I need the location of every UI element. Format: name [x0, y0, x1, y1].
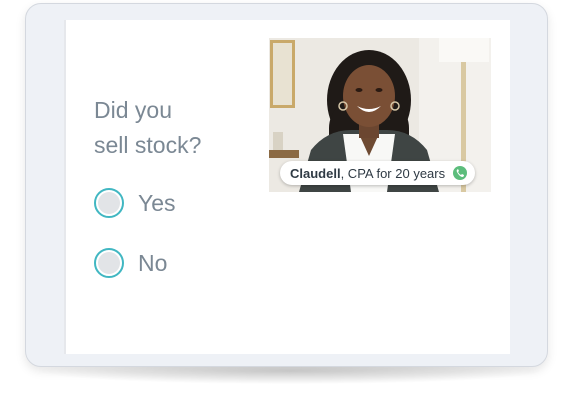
radio-no[interactable] — [94, 248, 124, 278]
radio-yes-inner — [98, 192, 120, 214]
phone-icon — [453, 166, 468, 180]
screen: Did you sell stock? Yes No Claudell , CP… — [64, 20, 510, 354]
option-yes[interactable]: Yes — [94, 185, 176, 221]
expert-name: Claudell — [290, 165, 341, 181]
option-yes-label: Yes — [138, 189, 176, 216]
stage: Did you sell stock? Yes No Claudell , CP… — [0, 0, 574, 408]
option-no-label: No — [138, 249, 168, 276]
expert-caption: Claudell, CPA for 20 years — [280, 161, 476, 185]
question-line-1: Did you — [94, 97, 172, 123]
question-line-2: sell stock? — [94, 132, 202, 158]
radio-no-inner — [98, 252, 120, 274]
question-text: Did you sell stock? — [94, 93, 254, 163]
radio-yes[interactable] — [94, 188, 124, 218]
option-no[interactable]: No — [94, 245, 167, 281]
expert-video[interactable]: Claudell, CPA for 20 years — [269, 38, 491, 192]
expert-credential: , CPA for 20 years — [340, 165, 446, 181]
